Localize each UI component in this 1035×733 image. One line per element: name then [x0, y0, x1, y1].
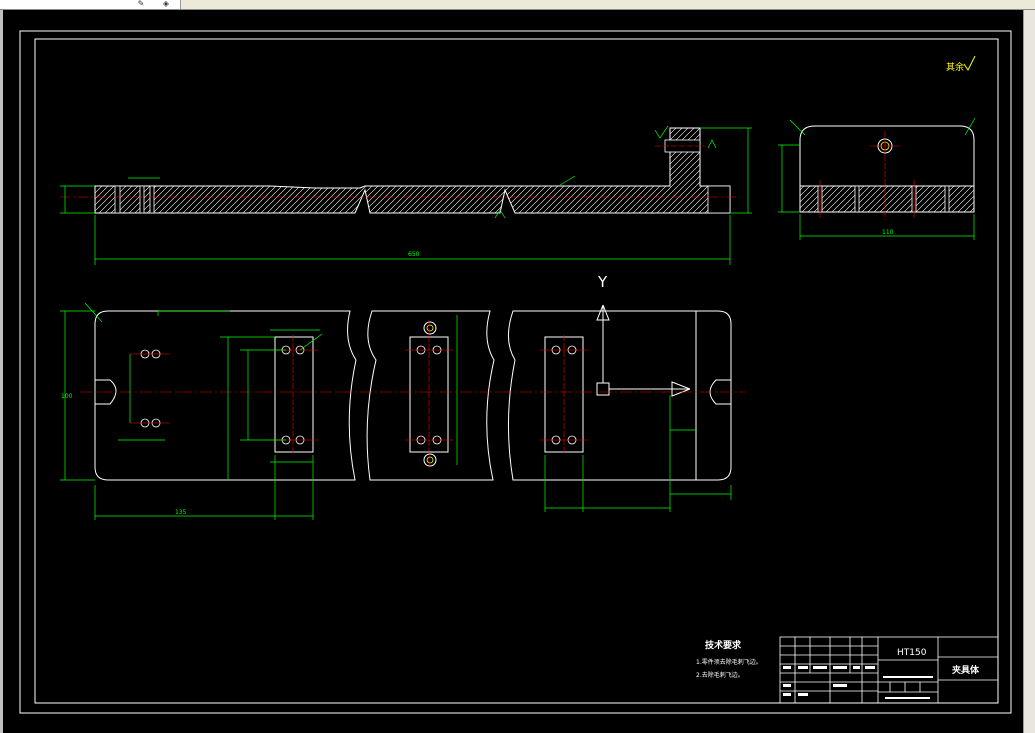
technical-requirements: 技术要求 1.零件须去除毛刺飞边。 2.去除毛刺飞边。: [696, 639, 762, 679]
material-label: HT150: [897, 648, 927, 658]
vertical-scrollbar[interactable]: [1023, 10, 1035, 733]
side-view: [799, 125, 975, 220]
plan-view-centerlines: [80, 320, 745, 468]
title-block-fills: [783, 666, 933, 699]
plan-offset-dimension: 135: [175, 509, 187, 516]
drawing-border-outer: [19, 30, 1012, 714]
application-toolbar: ✎ ◈: [0, 0, 1035, 10]
side-width-dimension: 110: [882, 229, 894, 236]
roughness-label: 其余: [946, 61, 964, 73]
part-name-label: 夹具体: [952, 664, 980, 676]
shield-icon[interactable]: ◈: [160, 0, 172, 8]
tech-req-title: 技术要求: [705, 639, 742, 651]
cad-drawing-canvas[interactable]: 其余 650 110 100 135 Y 技术要求 1.零件须去除毛刺飞边。 2…: [3, 10, 1021, 733]
drawing-border-inner: [34, 38, 999, 704]
surface-roughness-note: 其余: [946, 55, 976, 73]
plan-view: [94, 304, 732, 481]
toolbar-field[interactable]: [0, 0, 181, 9]
plan-height-dimension: 100: [61, 393, 73, 400]
plan-view-holes: [140, 324, 577, 464]
front-section-view: [60, 127, 740, 214]
tech-req-item-1: 1.零件须去除毛刺飞边。: [696, 658, 762, 666]
plan-view-dimensions: [60, 302, 732, 520]
pencil-icon[interactable]: ✎: [135, 0, 147, 8]
roughness-symbol-icon: [963, 55, 976, 71]
y-axis-label: Y: [597, 273, 608, 291]
side-view-dimensions: [778, 117, 976, 240]
tech-req-item-2: 2.去除毛刺飞边。: [696, 671, 744, 679]
overall-length-dimension: 650: [408, 251, 420, 258]
